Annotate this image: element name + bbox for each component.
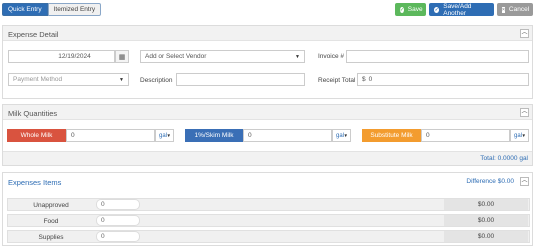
row-amount: $0.00 — [444, 231, 528, 242]
date-field[interactable]: 12/19/2024 — [8, 50, 115, 63]
vendor-placeholder: Add or Select Vendor — [145, 53, 207, 60]
skim-milk-unit-select[interactable]: gal ▼ — [332, 129, 351, 142]
substitute-milk-label: Substitute Milk — [362, 129, 421, 142]
description-input[interactable] — [176, 73, 305, 86]
itemized-entry-tab[interactable]: Itemized Entry — [47, 3, 102, 16]
row-label: Supplies — [38, 234, 64, 241]
milk-quantities-title: Milk Quantities — [8, 109, 58, 118]
date-value: 12/19/2024 — [58, 53, 91, 60]
save-label: Save — [407, 6, 423, 13]
expense-row-supplies: Supplies 0 $0.00 — [7, 230, 530, 243]
expenses-items-header: Expenses Items Difference $0.00 ︿ — [3, 173, 532, 190]
expense-detail-header: Expense Detail ︿ — [3, 26, 532, 41]
quick-entry-tab[interactable]: Quick Entry — [2, 3, 48, 16]
chevron-up-icon[interactable]: ︿ — [520, 29, 529, 38]
check-icon: ✓ — [400, 6, 404, 13]
caret-down-icon: ▼ — [119, 77, 124, 83]
caret-down-icon: ▼ — [343, 133, 348, 138]
invoice-input[interactable] — [346, 50, 529, 63]
expense-row-food: Food 0 $0.00 — [7, 214, 530, 227]
receipt-total-value: 0 — [368, 76, 373, 83]
skim-milk-input[interactable]: 0 — [243, 129, 332, 142]
expense-detail-panel: Expense Detail ︿ 12/19/2024 ▦ Add or Sel… — [2, 25, 533, 99]
chevron-up-icon[interactable]: ︿ — [520, 177, 529, 186]
caret-down-icon: ▼ — [295, 54, 300, 60]
receipt-total-label: Receipt Total — [318, 77, 356, 84]
cancel-label: Cancel — [508, 6, 530, 13]
row-input[interactable]: 0 — [96, 215, 140, 226]
skim-milk-label: 1%/Skim Milk — [185, 129, 243, 142]
caret-down-icon: ▼ — [166, 133, 171, 138]
row-input[interactable]: 0 — [96, 199, 140, 210]
expenses-items-title: Expenses Items — [8, 178, 62, 187]
close-icon: × — [502, 6, 505, 13]
save-add-label: Save/Add Another — [443, 2, 472, 17]
substitute-milk-input[interactable]: 0 — [421, 129, 510, 142]
milk-quantities-panel: Milk Quantities ︿ Whole Milk 0 gal ▼ 1%/S… — [2, 104, 533, 166]
whole-milk-input[interactable]: 0 — [66, 129, 155, 142]
expense-row-unapproved: Unapproved 0 $0.00 — [7, 198, 530, 211]
expense-detail-title: Expense Detail — [8, 30, 59, 39]
entry-mode-toggle: Quick Entry Itemized Entry — [2, 3, 102, 16]
milk-total: Total: 0.0000 gal — [480, 155, 528, 162]
substitute-milk-unit-select[interactable]: gal ▼ — [510, 129, 529, 142]
check-icon: ✓ — [434, 6, 440, 13]
row-input-value: 0 — [101, 233, 105, 240]
top-toolbar: Quick Entry Itemized Entry ✓ Save ✓ Save… — [0, 0, 535, 20]
whole-milk-label: Whole Milk — [7, 129, 66, 142]
milk-total-bar: Total: 0.0000 gal — [3, 151, 532, 165]
description-label: Description — [140, 77, 173, 84]
substitute-milk-value: 0 — [426, 132, 430, 139]
row-input[interactable]: 0 — [96, 231, 140, 242]
save-button[interactable]: ✓ Save — [395, 3, 426, 16]
difference-value: Difference $0.00 — [466, 178, 514, 185]
row-input-value: 0 — [101, 217, 105, 224]
payment-method-select[interactable]: Payment Method ▼ — [8, 73, 129, 86]
cancel-button[interactable]: × Cancel — [497, 3, 533, 16]
expenses-items-panel: Expenses Items Difference $0.00 ︿ Unappr… — [2, 172, 533, 246]
save-add-another-button[interactable]: ✓ Save/Add Another — [429, 2, 494, 17]
whole-milk-unit-select[interactable]: gal ▼ — [155, 129, 174, 142]
chevron-up-icon[interactable]: ︿ — [520, 108, 529, 117]
row-input-value: 0 — [101, 201, 105, 208]
calendar-icon[interactable]: ▦ — [115, 50, 129, 63]
row-amount: $0.00 — [444, 215, 528, 226]
payment-placeholder: Payment Method — [13, 76, 63, 83]
row-amount: $0.00 — [444, 199, 528, 210]
currency-symbol: $ — [362, 76, 366, 83]
row-label: Food — [43, 218, 59, 225]
invoice-label: Invoice # — [318, 53, 345, 60]
milk-quantities-header: Milk Quantities ︿ — [3, 105, 532, 120]
row-label: Unapproved — [33, 202, 69, 209]
caret-down-icon: ▼ — [521, 133, 526, 138]
skim-milk-value: 0 — [248, 132, 252, 139]
whole-milk-value: 0 — [71, 132, 75, 139]
receipt-total-input[interactable]: $ 0 — [357, 73, 529, 86]
vendor-select[interactable]: Add or Select Vendor ▼ — [140, 50, 305, 63]
